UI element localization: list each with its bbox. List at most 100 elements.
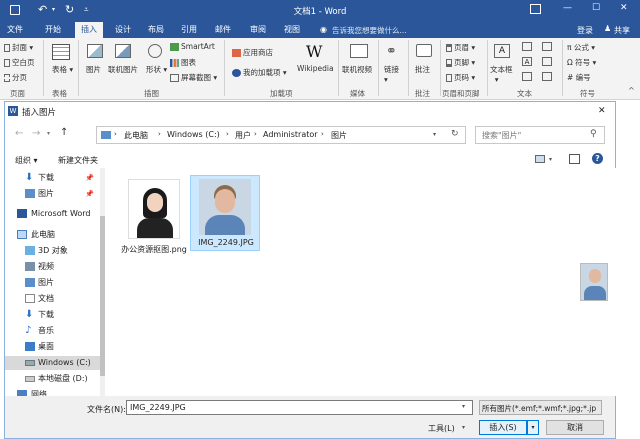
shapes-button[interactable]: 形状 ▾ [146, 64, 167, 75]
tab-insert[interactable]: 插入 [75, 22, 103, 38]
breadcrumb-pictures[interactable]: 图片 [331, 130, 347, 141]
address-bar[interactable]: › 此电脑 › Windows (C:) › 用户 › Administrato… [96, 126, 466, 144]
comment-icon[interactable] [416, 44, 432, 57]
tab-file[interactable]: 文件 [2, 22, 28, 38]
tab-view[interactable]: 视图 [279, 22, 305, 38]
picture-icon[interactable] [87, 44, 103, 58]
back-arrow-icon[interactable]: ← [15, 128, 23, 139]
sidebar-scrollbar[interactable] [100, 168, 105, 396]
collapse-ribbon-icon[interactable]: ^ [628, 86, 635, 95]
textbox-icon[interactable]: A [494, 44, 510, 58]
insert-button[interactable]: 插入(S) [479, 420, 527, 435]
dialog-close-button[interactable]: ✕ [598, 106, 606, 116]
online-pictures-icon[interactable] [115, 44, 131, 58]
page-number-button[interactable]: 页码 ▾ [446, 72, 475, 83]
quick-parts-icon[interactable] [522, 42, 532, 51]
sidebar-item-documents[interactable]: 文档 [5, 292, 100, 306]
drop-cap-icon[interactable] [522, 72, 532, 81]
help-icon[interactable]: ? [592, 153, 603, 164]
tools-dropdown-icon[interactable]: ▾ [462, 424, 465, 431]
store-button[interactable]: 应用商店 [232, 47, 273, 58]
preview-pane-icon[interactable] [569, 154, 580, 164]
pictures-button[interactable]: 图片 [86, 64, 101, 75]
maximize-button[interactable]: ☐ [592, 3, 600, 13]
online-video-button[interactable]: 联机视频 [342, 64, 372, 75]
search-box[interactable]: 搜索"图片" ⚲ [475, 126, 605, 144]
sign-in-link[interactable]: 登录 [577, 25, 593, 36]
ribbon-options-icon[interactable] [530, 4, 541, 14]
address-dropdown-icon[interactable]: ▾ [433, 131, 436, 138]
close-button[interactable]: ✕ [620, 3, 628, 13]
tab-home[interactable]: 开始 [40, 22, 66, 38]
table-button[interactable]: 表格 ▾ [52, 64, 73, 75]
sidebar-item-network[interactable]: 网络 [5, 388, 100, 396]
view-options-icon[interactable] [535, 155, 545, 163]
signature-line-icon[interactable] [542, 42, 552, 51]
cover-page-button[interactable]: 封面 ▾ [4, 42, 33, 53]
sidebar-item-videos[interactable]: 视频 [5, 260, 100, 274]
organize-button[interactable]: 组织 ▾ [15, 155, 38, 166]
pin-icon[interactable]: 📌 [85, 187, 94, 201]
file-type-select[interactable]: 所有图片(*.emf;*.wmf;*.jpg;*.jp [479, 400, 602, 415]
file-item-selected[interactable]: IMG_2249.JPG [190, 175, 260, 251]
footer-button[interactable]: 页脚 ▾ [446, 57, 475, 68]
screenshot-button[interactable]: 屏幕截图 ▾ [170, 72, 217, 83]
tools-button[interactable]: 工具(L) [428, 423, 455, 434]
tab-mailings[interactable]: 邮件 [210, 22, 236, 38]
minimize-button[interactable]: — [563, 3, 572, 13]
tab-design[interactable]: 设计 [110, 22, 136, 38]
file-item[interactable]: 办公资源抠图.png [118, 176, 190, 266]
symbol-button[interactable]: Ω 符号 ▾ [567, 57, 596, 68]
share-icon[interactable]: ♟ [604, 24, 611, 33]
sidebar-item-downloads-quick[interactable]: ⬇ 下载 📌 [5, 171, 100, 185]
equation-button[interactable]: π 公式 ▾ [567, 42, 595, 53]
link-icon[interactable]: ⚭ [386, 44, 397, 59]
textbox-button[interactable]: 文本框 ▾ [490, 64, 513, 84]
sidebar-item-3d-objects[interactable]: 3D 对象 [5, 244, 100, 258]
date-time-icon[interactable] [542, 57, 552, 66]
forward-arrow-icon[interactable]: → [32, 128, 40, 139]
tell-me-box[interactable]: 告诉我您想要做什么... [332, 25, 407, 36]
shapes-icon[interactable] [148, 44, 162, 58]
filename-input[interactable]: IMG_2249.JPG ▾ [126, 400, 473, 415]
page-break-button[interactable]: 分页 [4, 72, 27, 83]
sidebar-item-local-disk-d[interactable]: 本地磁盘 (D:) [5, 372, 100, 386]
table-icon[interactable] [52, 44, 70, 60]
search-input[interactable]: 搜索"图片" [482, 130, 521, 141]
breadcrumb-users[interactable]: 用户 [235, 130, 251, 141]
new-folder-button[interactable]: 新建文件夹 [58, 155, 98, 166]
refresh-icon[interactable]: ↻ [451, 129, 459, 139]
sidebar-item-pictures[interactable]: 图片 [5, 276, 100, 290]
sidebar-item-desktop[interactable]: 桌面 [5, 340, 100, 354]
header-button[interactable]: 页眉 ▾ [446, 42, 475, 53]
online-pictures-button[interactable]: 联机图片 [108, 64, 138, 75]
blank-page-button[interactable]: 空白页 [4, 57, 35, 68]
view-dropdown-icon[interactable]: ▾ [549, 156, 552, 163]
comment-button[interactable]: 批注 [415, 64, 430, 75]
sidebar-item-downloads[interactable]: ⬇ 下载 [5, 308, 100, 322]
breadcrumb-administrator[interactable]: Administrator [263, 130, 318, 139]
sidebar-scroll-thumb[interactable] [100, 216, 105, 376]
smartart-button[interactable]: SmartArt [170, 42, 215, 51]
tab-review[interactable]: 审阅 [245, 22, 271, 38]
number-button[interactable]: # 编号 [567, 72, 591, 83]
online-video-icon[interactable] [350, 44, 368, 58]
wikipedia-button[interactable]: Wikipedia [297, 64, 334, 73]
breadcrumb-windows-c[interactable]: Windows (C:) [167, 130, 220, 139]
tab-references[interactable]: 引用 [176, 22, 202, 38]
breadcrumb-this-pc[interactable]: 此电脑 [124, 130, 148, 141]
sidebar-item-music[interactable]: ♪ 音乐 [5, 324, 100, 338]
up-arrow-icon[interactable]: ↑ [60, 127, 68, 138]
sidebar-item-this-pc[interactable]: 此电脑 [5, 228, 100, 242]
search-icon[interactable]: ⚲ [590, 129, 597, 139]
wikipedia-icon[interactable]: W [306, 42, 322, 61]
object-icon[interactable] [542, 72, 552, 81]
sidebar-item-windows-c[interactable]: Windows (C:) [5, 356, 100, 370]
sidebar-item-word[interactable]: Microsoft Word [5, 207, 100, 221]
filename-dropdown-icon[interactable]: ▾ [462, 403, 465, 410]
insert-dropdown-button[interactable]: ▾ [527, 420, 539, 435]
share-button[interactable]: 共享 [614, 25, 630, 36]
tab-layout[interactable]: 布局 [143, 22, 169, 38]
sidebar-item-pictures-quick[interactable]: 图片 📌 [5, 187, 100, 201]
my-addins-button[interactable]: 我的加载项 ▾ [232, 67, 287, 78]
